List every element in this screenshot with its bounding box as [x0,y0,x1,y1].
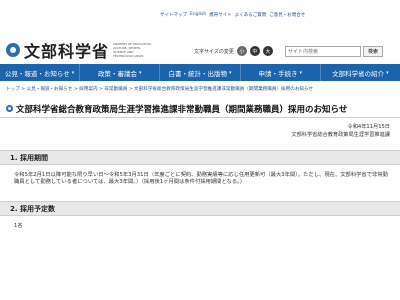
global-nav: 公見・報道・お知らせ ▾ 政策・審議会 ▾ 白書・統計・出版物 ▾ 申請・手続き ▾ 文… [0,64,400,81]
utility-links: サイトマップ English 携帯サイト よくあるご質問 ご意見・お問合せ [160,12,305,18]
title-bullet-icon [6,105,13,112]
page-title: 文部科学省総合教育政策局生涯学習推進課非常勤職員（期間業務職員）採用のお知らせ [16,104,348,115]
nav-item-label: 白書・統計・出版物 [168,69,228,78]
font-size-small-button[interactable]: 小 [236,46,247,56]
site-header: 文部科学省 MINISTRY OF EDUCATION, CULTURE, SP… [0,0,400,62]
sitemap-link[interactable]: サイトマップ [160,12,187,18]
font-size-large-button[interactable]: 大 [262,46,273,56]
section-heading-openings: 2. 採用予定数 [0,201,400,216]
section-heading-text: 1. 採用期間 [10,153,48,162]
site-logo[interactable]: 文部科学省 MINISTRY OF EDUCATION, CULTURE, SP… [6,38,153,62]
search-button[interactable]: 検索 [363,46,383,57]
font-size-medium-button[interactable]: 中 [249,46,260,56]
logo-english-text: MINISTRY OF EDUCATION, CULTURE, SPORTS, … [113,42,152,58]
section-heading-period: 1. 採用期間 [0,150,400,165]
nav-item-applications[interactable]: 申請・手続き ▾ [241,64,321,81]
search-input[interactable] [285,46,361,57]
font-size-label: 文字サイズの変更 [194,48,234,55]
faq-link[interactable]: よくあるご質問 [235,12,267,18]
logo-text: 文部科学省 [24,42,110,61]
contact-link[interactable]: ご意見・お問合せ [269,12,305,18]
site-search: 検索 [285,46,383,57]
logo-icon [6,43,20,57]
mobile-site-link[interactable]: 携帯サイト [209,12,232,18]
section-body-openings: 1名 [14,223,23,229]
nav-item-label: 公見・報道・お知らせ [4,69,70,78]
nav-item-label: 申請・手続き [258,69,298,78]
chevron-down-icon: ▾ [299,69,302,76]
chevron-down-icon: ▾ [71,69,75,76]
nav-item-about[interactable]: 文部科学省の紹介 ▾ [321,64,400,81]
nav-item-publications[interactable]: 白書・統計・出版物 ▾ [160,64,241,81]
nav-item-policy[interactable]: 政策・審議会 ▾ [80,64,161,81]
section-body-period: 令和5年2月1日以降可能な限り早い日～令和5年3月31日（年度ごとに契約、勤務実… [14,172,388,185]
chevron-down-icon: ▾ [139,69,142,76]
breadcrumb[interactable]: トップ > 公見・報道・お知らせ > 採用案内 > 非常勤職員 > 文部科学省総… [6,86,313,92]
publish-date: 令和4年11月15日 [347,124,390,130]
nav-item-label: 政策・審議会 [98,69,138,78]
nav-item-press[interactable]: 公見・報道・お知らせ ▾ [0,64,81,81]
nav-item-label: 文部科学省の紹介 [332,69,385,78]
page-title-bar: 文部科学省総合教育政策局生涯学習推進課非常勤職員（期間業務職員）採用のお知らせ [0,100,400,118]
issuing-organization: 文部科学省総合教育政策局生涯学習推進課 [291,132,390,138]
english-link[interactable]: English [190,12,206,18]
chevron-down-icon: ▾ [229,69,232,76]
font-size-control: 文字サイズの変更 小 中 大 [194,46,273,56]
section-heading-text: 2. 採用予定数 [10,204,55,213]
chevron-down-icon: ▾ [386,69,389,76]
